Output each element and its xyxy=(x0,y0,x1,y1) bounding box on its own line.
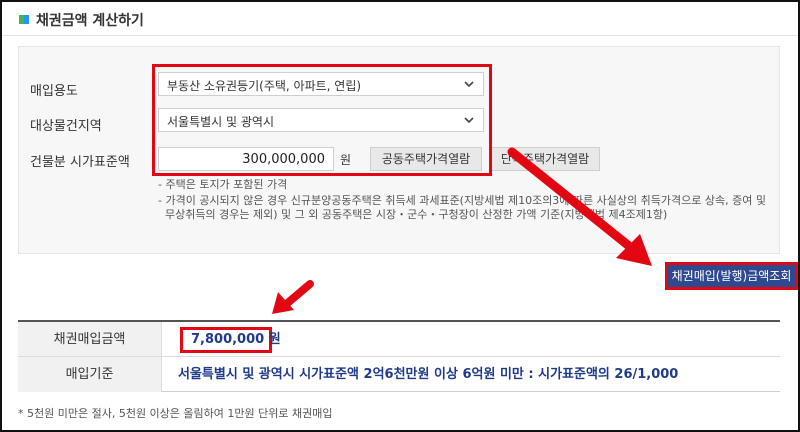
page-title: 채권금액 계산하기 xyxy=(36,13,144,29)
region-label: 대상물건지역 xyxy=(30,119,102,134)
price-label: 건물분 시가표준액 xyxy=(30,155,130,170)
note-line: 무상취득의 경우는 제외) 및 그 외 공동주택은 시장・군수・구청장이 산정한… xyxy=(165,208,668,221)
result-table: 채권매입금액 7,800,000 원 매입기준 서울특별시 및 광역시 시가표준… xyxy=(18,320,780,392)
table-row: 채권매입금액 7,800,000 원 xyxy=(18,322,780,357)
page-header: 채권금액 계산하기 xyxy=(2,2,798,36)
arrow-icon xyxy=(272,280,314,314)
usage-label: 매입용도 xyxy=(30,84,78,99)
query-bond-amount-button[interactable]: 채권매입(발행)금액조회 xyxy=(665,262,798,290)
amount-highlight-box: 7,800,000 원 xyxy=(180,327,281,353)
amount-header: 채권매입금액 xyxy=(18,322,162,356)
note-line: - 주택은 토지가 포함된 가격 xyxy=(158,178,288,191)
bond-amount-value: 7,800,000 원 xyxy=(191,332,281,347)
table-row: 매입기준 서울특별시 및 광역시 시가표준액 2억6천만원 이상 6억원 미만 … xyxy=(18,357,780,392)
footnote: * 5천원 미만은 절사, 5천원 이상은 올림하여 1만원 단위로 채권매입 xyxy=(18,407,333,420)
basis-header: 매입기준 xyxy=(18,357,162,392)
basis-value: 서울특별시 및 광역시 시가표준액 2억6천만원 이상 6억원 미만 : 시가표… xyxy=(178,367,679,382)
book-icon xyxy=(19,15,29,24)
note-line: - 가격이 공시되지 않은 경우 신규분양공동주택은 취득세 과세표준(지방세법… xyxy=(158,194,766,207)
input-highlight-box xyxy=(152,64,492,176)
arrow-icon xyxy=(507,147,652,266)
